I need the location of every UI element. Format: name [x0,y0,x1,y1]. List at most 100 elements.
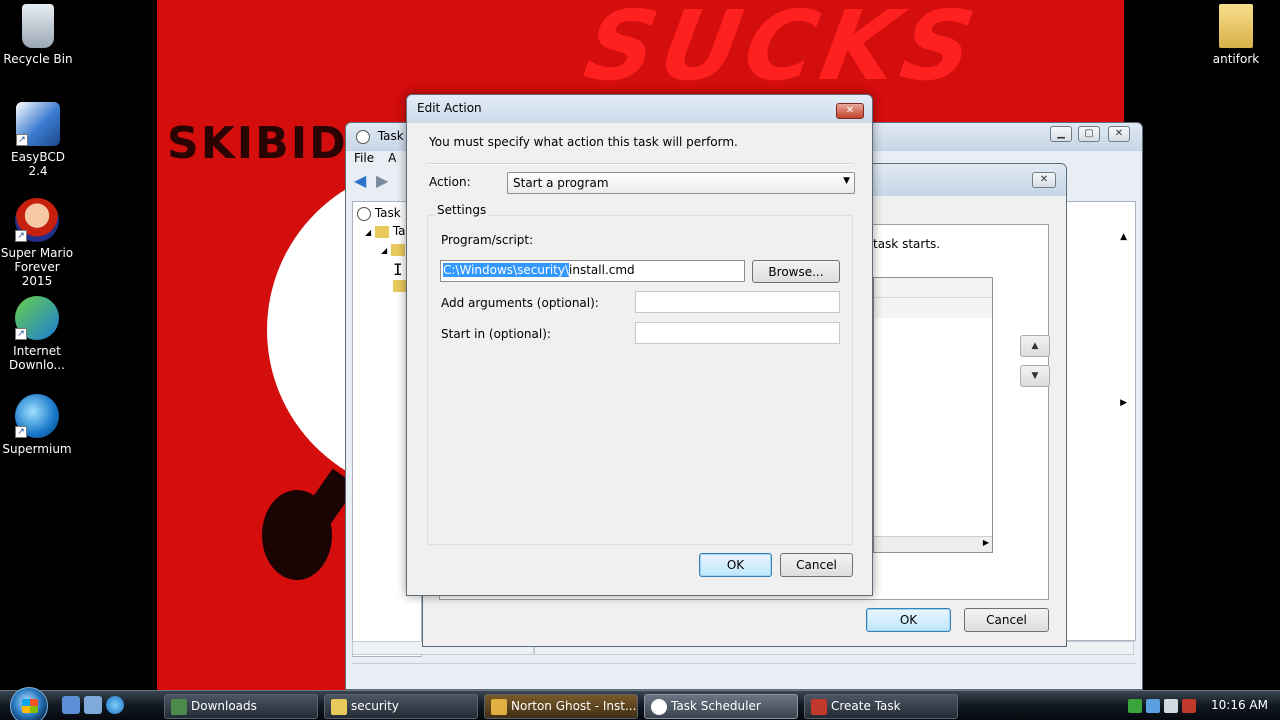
internet-explorer-icon[interactable] [106,696,124,714]
settings-legend: Settings [435,203,489,217]
back-arrow-icon[interactable]: ◀ [354,173,372,189]
close-button[interactable]: ✕ [1108,126,1130,142]
close-button[interactable]: ✕ [836,103,864,119]
list-header [874,278,992,298]
task-icon [811,699,827,715]
taskbar-button-security[interactable]: security [324,694,478,719]
program-script-label: Program/script: [441,233,534,247]
quick-launch [62,696,128,716]
tree-item-label: Task [374,206,401,220]
selected-text: C:\Windows\security\ [443,263,570,277]
menu-action[interactable]: A [388,151,396,165]
taskbar-button-label: Norton Ghost - Inst... [511,699,637,713]
minimize-button[interactable]: ▁ [1050,126,1072,142]
folder-icon [390,243,405,256]
collapse-icon[interactable]: ▲ [1120,232,1127,242]
taskbar-button-label: Task Scheduler [671,699,761,713]
internet-download-manager-icon: ↗ [15,296,59,340]
desktop-icon-internet-download[interactable]: ↗ Internet Downlo... [0,296,75,372]
taskbar-button-label: security [351,699,399,713]
add-arguments-label: Add arguments (optional): [441,296,599,310]
taskbar-button-label: Create Task [831,699,901,713]
status-bar [352,663,1136,683]
cancel-button[interactable]: Cancel [964,608,1049,632]
actions-pane[interactable]: ▲ ▶ [1066,201,1136,641]
show-desktop-icon[interactable] [62,696,80,714]
unselected-text: install.cmd [569,263,635,277]
shortcut-arrow-icon: ↗ [15,328,27,340]
desktop-icon-supermium[interactable]: ↗ Supermium [0,394,75,456]
network-icon[interactable] [1164,698,1178,713]
folder-icon [393,279,407,292]
ok-button[interactable]: OK [866,608,951,632]
menu-file[interactable]: File [354,151,374,165]
wallpaper-text-left: SKIBIDI [167,118,366,169]
dialog-title: Edit Action [417,101,482,115]
taskbar-button-task-scheduler[interactable]: Task Scheduler [644,694,798,719]
system-tray: 10:16 AM [1124,694,1280,719]
desktop-icon-label: Internet Downlo... [9,344,65,372]
tab-description: task starts. [873,237,941,251]
desktop-icon-label: Super Mario Forever 2015 [0,246,74,288]
expand-icon: ◢ [381,246,388,255]
desktop-icon-recycle-bin[interactable]: Recycle Bin [0,4,76,66]
folder-icon [374,225,389,238]
taskbar-button-norton-ghost[interactable]: Norton Ghost - Inst... [484,694,638,719]
ok-button[interactable]: OK [699,553,772,577]
edit-action-dialog[interactable]: Edit Action ✕ You must specify what acti… [406,94,873,596]
taskbar-button-label: Downloads [191,699,257,713]
desktop-icon-label: Supermium [2,442,72,456]
desktop-icon-label: Recycle Bin [3,52,73,66]
forward-arrow-icon[interactable]: ▶ [376,173,394,189]
wallpaper-shape [262,490,332,580]
taskbar-button-create-task[interactable]: Create Task [804,694,958,719]
close-button[interactable]: ✕ [1032,172,1056,188]
action-dropdown-value: Start a program [513,176,609,190]
folder-icon [331,699,347,715]
easybcd-icon: ↗ [16,102,60,146]
program-script-input[interactable]: C:\Windows\security\install.cmd [440,260,745,282]
move-down-button[interactable]: ▼ [1020,365,1050,387]
volume-muted-icon[interactable] [1182,698,1196,713]
maximize-button[interactable]: ▢ [1078,126,1100,142]
horizontal-scrollbar[interactable]: ▶ [874,536,992,552]
instruction-text: You must specify what action this task w… [429,135,738,149]
expand-icon: ◢ [365,228,372,237]
actions-list[interactable]: ▶ [873,277,993,553]
switch-windows-icon[interactable] [84,696,102,714]
recycle-bin-icon [22,4,54,48]
windows-logo-icon [22,699,38,713]
desktop-icon-super-mario[interactable]: ↗ Super Mario Forever 2015 [0,198,75,288]
folder-icon [1219,4,1253,48]
list-item[interactable] [874,298,992,318]
supermium-icon: ↗ [15,394,59,438]
divider [427,163,853,165]
move-up-button[interactable]: ▲ [1020,335,1050,357]
clock-icon [651,699,667,715]
action-dropdown[interactable]: Start a program ▼ [507,172,855,194]
cancel-button[interactable]: Cancel [780,553,853,577]
start-in-input[interactable] [635,322,840,344]
start-button[interactable] [10,687,48,720]
menu-bar: File A [354,151,410,171]
chevron-down-icon: ▼ [843,176,850,186]
shortcut-arrow-icon: ↗ [16,134,28,146]
shortcut-arrow-icon: ↗ [15,230,27,242]
edit-action-titlebar[interactable]: Edit Action ✕ [407,95,872,123]
browse-button[interactable]: Browse... [752,260,840,283]
add-arguments-input[interactable] [635,291,840,313]
installer-icon [491,699,507,715]
clock[interactable]: 10:16 AM [1211,694,1268,716]
taskbar-button-downloads[interactable]: Downloads [164,694,318,719]
action-label: Action: [429,175,471,189]
tray-app-icon[interactable] [1128,698,1142,713]
submenu-arrow-icon[interactable]: ▶ [1120,398,1127,408]
text-cursor-icon: I [393,260,403,279]
clock-icon [357,206,371,221]
desktop-icon-antifork[interactable]: antifork [1198,4,1274,66]
desktop-icon-easybcd[interactable]: ↗ EasyBCD 2.4 [0,102,76,178]
tree-item-label: Ta [392,224,406,238]
safely-remove-icon[interactable] [1146,698,1160,713]
shortcut-arrow-icon: ↗ [15,426,27,438]
scroll-right-icon[interactable]: ▶ [983,538,989,547]
